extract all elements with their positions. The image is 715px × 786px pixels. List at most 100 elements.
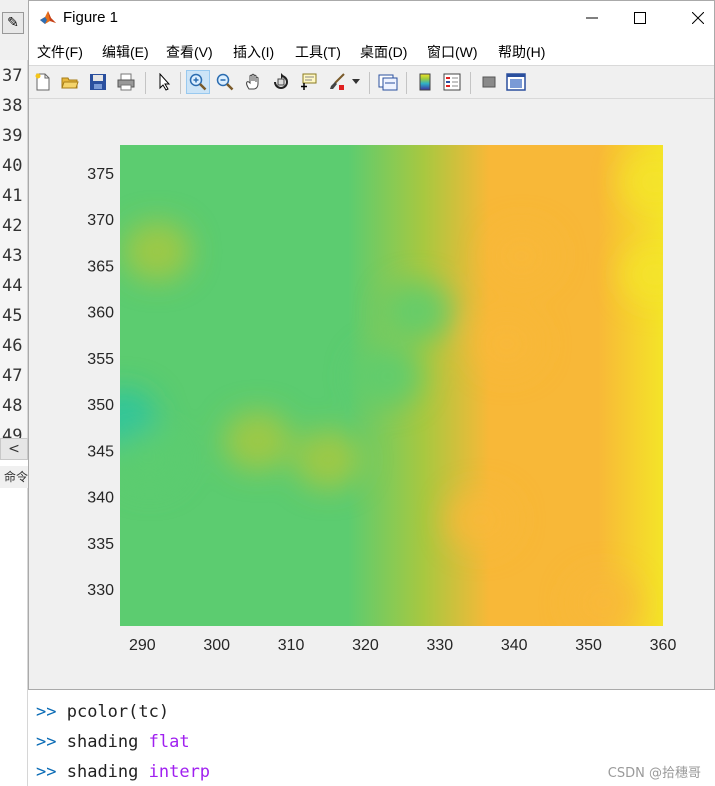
plot-area[interactable]: 290 300 310 320 330 340 350 360 330 335 340 345 350 3… xyxy=(29,99,714,689)
pan-button[interactable] xyxy=(241,70,265,94)
menu-help[interactable]: 帮助(H) xyxy=(498,42,545,62)
toolbar-separator xyxy=(145,72,146,94)
heatmap-chart[interactable]: 290 300 310 320 330 340 350 360 330 335 340 345 350 3… xyxy=(29,99,715,689)
open-file-button[interactable] xyxy=(58,70,82,94)
command-text: shading xyxy=(66,732,149,752)
watermark: CSDN @拾穗哥 xyxy=(607,766,701,781)
print-icon xyxy=(117,73,135,91)
line-number: 46 xyxy=(2,336,23,356)
scroll-left-button[interactable]: < xyxy=(0,438,28,460)
close-icon xyxy=(692,12,704,24)
hide-plot-tools-button[interactable] xyxy=(477,70,501,94)
line-number: 45 xyxy=(2,306,23,326)
zoom-in-icon xyxy=(189,73,207,91)
menu-view[interactable]: 查看(V) xyxy=(166,42,213,62)
line-number: 41 xyxy=(2,186,23,206)
link-plot-icon xyxy=(378,74,398,91)
heatmap-spot xyxy=(294,429,363,490)
toolbar-separator xyxy=(470,72,471,94)
command-text: shading xyxy=(66,762,149,782)
link-plot-button[interactable] xyxy=(376,70,400,94)
screen: ✎ 37 38 39 40 41 42 43 44 45 46 47 48 49 < 命令 >> pco… xyxy=(0,0,715,786)
edit-icon[interactable]: ✎ xyxy=(2,12,24,34)
menu-desktop[interactable]: 桌面(D) xyxy=(360,42,407,62)
heatmap-spot xyxy=(353,346,422,407)
save-button[interactable] xyxy=(86,70,110,94)
print-button[interactable] xyxy=(114,70,138,94)
minimize-icon xyxy=(586,17,598,19)
colorbar-icon xyxy=(419,73,431,91)
heatmap-spot xyxy=(120,429,184,490)
show-plot-tools-button[interactable] xyxy=(504,70,528,94)
heatmap-spot xyxy=(569,572,638,626)
line-number: 48 xyxy=(2,396,23,416)
x-tick-label: 350 xyxy=(575,637,602,654)
close-button[interactable] xyxy=(675,1,715,35)
data-cursor-button[interactable] xyxy=(297,70,321,94)
x-tick-label: 340 xyxy=(501,637,528,654)
maximize-button[interactable] xyxy=(617,1,663,35)
heatmap-spot xyxy=(472,313,541,374)
title-bar[interactable]: Figure 1 xyxy=(29,1,714,37)
command-line: >> shading flat xyxy=(36,732,190,752)
y-tick-label: 375 xyxy=(87,166,114,183)
brush-dropdown-button[interactable] xyxy=(349,70,363,94)
rotate-3d-button[interactable] xyxy=(269,70,293,94)
pointer-button[interactable] xyxy=(152,70,176,94)
line-number: 38 xyxy=(2,96,23,116)
heatmap-spot xyxy=(621,152,663,212)
x-tick-label: 320 xyxy=(352,637,379,654)
y-tick-label: 330 xyxy=(87,582,114,599)
colorbar-button[interactable] xyxy=(413,70,437,94)
x-tick-label: 290 xyxy=(129,637,156,654)
heatmap-spot xyxy=(446,489,515,550)
menu-edit[interactable]: 编辑(E) xyxy=(102,42,149,62)
line-number: 37 xyxy=(2,66,23,86)
rotate-3d-icon xyxy=(274,73,288,89)
y-tick-label: 340 xyxy=(87,490,114,507)
window-title: Figure 1 xyxy=(63,9,119,26)
toolbar-separator xyxy=(180,72,181,94)
legend-button[interactable] xyxy=(440,70,464,94)
y-tick-label: 370 xyxy=(87,212,114,229)
line-number: 43 xyxy=(2,246,23,266)
line-number: 44 xyxy=(2,276,23,296)
figure-toolbar xyxy=(29,65,714,99)
command-argument: interp xyxy=(148,762,211,782)
data-cursor-icon xyxy=(301,73,317,90)
menu-window[interactable]: 窗口(W) xyxy=(427,42,478,62)
minimize-button[interactable] xyxy=(569,1,615,35)
matlab-logo-icon xyxy=(40,11,56,24)
brush-button[interactable] xyxy=(325,70,349,94)
line-number: 39 xyxy=(2,126,23,146)
command-text: pcolor(tc) xyxy=(66,702,170,722)
editor-toolbar-strip: ✎ xyxy=(0,0,28,60)
zoom-out-icon xyxy=(216,73,234,91)
line-number: 42 xyxy=(2,216,23,236)
menu-tools[interactable]: 工具(T) xyxy=(295,42,341,62)
zoom-in-button[interactable] xyxy=(186,70,210,94)
legend-icon xyxy=(443,73,461,91)
y-tick-label: 350 xyxy=(87,397,114,414)
line-number: 40 xyxy=(2,156,23,176)
menu-bar: 文件(F) 编辑(E) 查看(V) 插入(I) 工具(T) 桌面(D) 窗口(W… xyxy=(29,37,714,65)
command-argument: flat xyxy=(148,732,190,752)
editor-line-numbers: 37 38 39 40 41 42 43 44 45 46 47 48 49 xyxy=(0,60,28,446)
new-figure-icon xyxy=(35,73,50,91)
zoom-out-button[interactable] xyxy=(213,70,237,94)
heatmap-spot xyxy=(123,221,192,282)
save-icon xyxy=(90,74,106,90)
heatmap-spot xyxy=(383,281,452,342)
command-line: >> shading interp xyxy=(36,762,210,782)
brush-dropdown-icon xyxy=(352,79,360,84)
command-line: >> pcolor(tc) xyxy=(36,702,169,722)
new-figure-button[interactable] xyxy=(31,70,55,94)
figure-window[interactable]: Figure 1 文件(F) 编辑(E) 查看(V) 插入(I) 工具(T) 桌… xyxy=(28,0,715,690)
menu-insert[interactable]: 插入(I) xyxy=(233,42,274,62)
menu-file[interactable]: 文件(F) xyxy=(37,42,83,62)
left-panel xyxy=(0,488,28,786)
x-tick-label: 300 xyxy=(203,637,230,654)
show-plot-tools-icon xyxy=(506,73,526,91)
command-prompt: >> xyxy=(36,732,57,752)
command-window-tab[interactable]: 命令 xyxy=(0,466,28,488)
